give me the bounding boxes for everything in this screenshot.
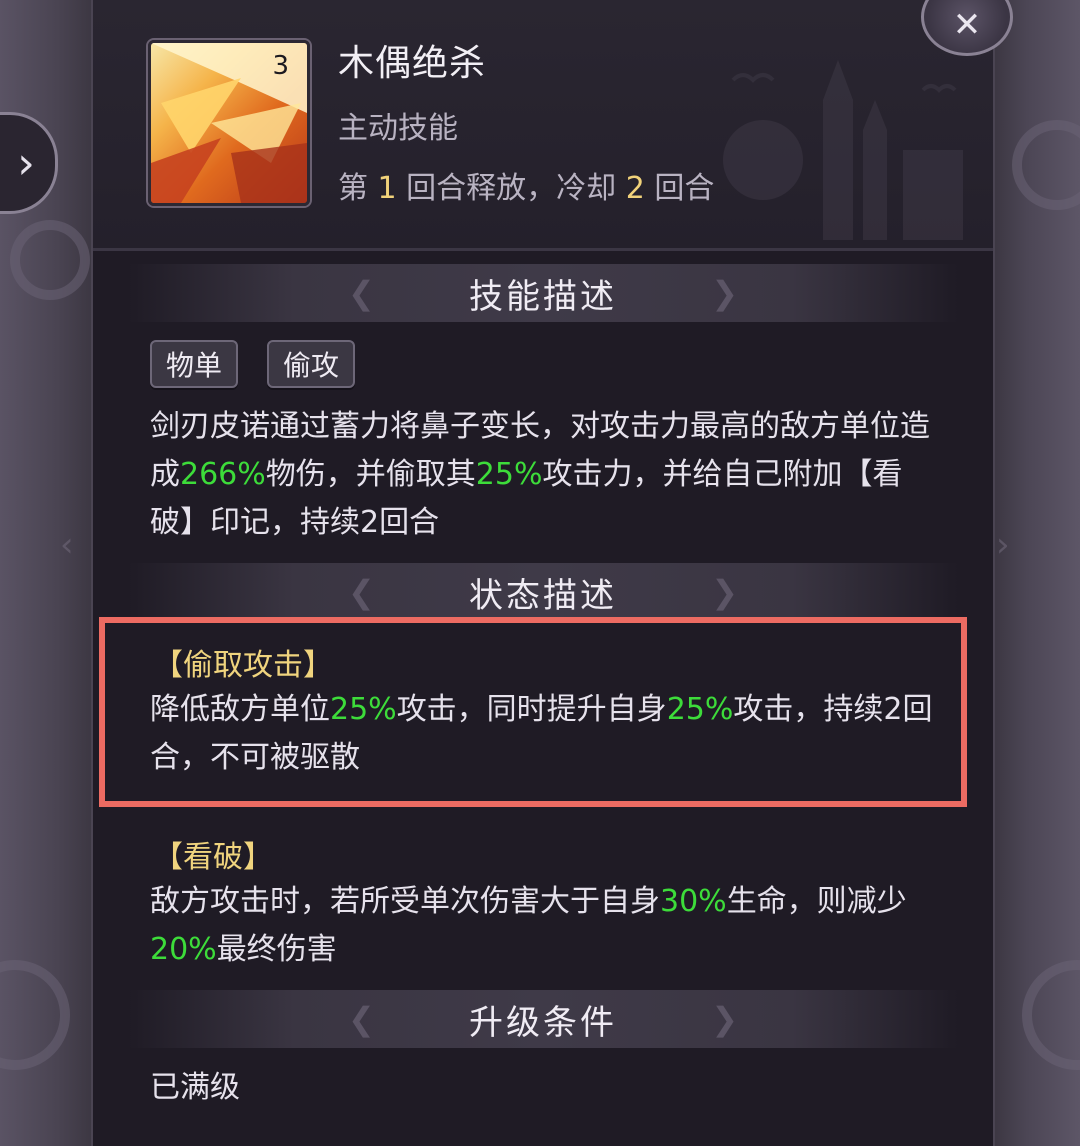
chevron-right-icon: › — [17, 137, 35, 189]
castle-silhouette-decoration — [723, 60, 963, 240]
section-header-upgrade: ❮ 升级条件 ❯ — [128, 990, 958, 1048]
desc-value: 30% — [660, 884, 727, 919]
ornament-right-icon: ❯ — [711, 573, 738, 611]
desc-value: 25% — [475, 457, 543, 492]
cooldown-prefix: 第 — [338, 171, 378, 206]
skill-header: 3 木偶绝杀 主动技能 第 1 回合释放，冷却 2 回合 — [93, 0, 993, 251]
release-round: 1 — [377, 171, 397, 206]
background-ornament — [10, 220, 90, 300]
cooldown-rounds: 2 — [625, 171, 645, 206]
background-arrow-icon: › — [996, 525, 1010, 565]
status-description-see-through: 敌方攻击时，若所受单次伤害大于自身30%生命，则减少 20%最终伤害 — [150, 878, 940, 974]
desc-value: 266% — [180, 457, 266, 492]
section-title: 技能描述 — [469, 276, 617, 317]
skill-detail-panel: 3 木偶绝杀 主动技能 第 1 回合释放，冷却 2 回合 ❮ 技能描述 ❯ 物单… — [91, 0, 995, 1146]
ornament-left-icon: ❮ — [348, 1000, 375, 1038]
skill-cooldown: 第 1 回合释放，冷却 2 回合 — [338, 163, 714, 207]
desc-part: 敌方攻击时，若所受单次伤害大于自身 — [150, 884, 660, 919]
tag-physical-single: 物单 — [150, 340, 239, 388]
section-title: 状态描述 — [469, 575, 617, 616]
ornament-right-icon: ❯ — [711, 274, 738, 312]
desc-part: 物伤，并偷取其 — [265, 457, 476, 492]
status-title-see-through: 【看破】 — [153, 840, 273, 875]
skill-type: 主动技能 — [338, 111, 458, 146]
background-ornament — [1012, 120, 1080, 210]
section-header-status-desc: ❮ 状态描述 ❯ — [128, 563, 958, 621]
skill-description-text: 剑刃皮诺通过蓄力将鼻子变长，对攻击力最高的敌方单位造成266%物伤，并偷取其25… — [150, 403, 940, 547]
desc-part: 生命，则减少 — [726, 884, 907, 919]
desc-part: 最终伤害 — [216, 932, 337, 967]
ornament-left-icon: ❮ — [348, 274, 375, 312]
ornament-right-icon: ❯ — [711, 1000, 738, 1038]
header-divider — [93, 248, 993, 251]
cooldown-suffix: 回合 — [644, 171, 715, 206]
background-ornament — [1022, 960, 1080, 1070]
background-ornament — [0, 960, 70, 1070]
skill-name: 木偶绝杀 — [338, 43, 487, 84]
section-header-skill-desc: ❮ 技能描述 ❯ — [128, 264, 958, 322]
desc-value: 20% — [150, 932, 217, 967]
background-right: › — [992, 0, 1080, 1146]
background-arrow-icon: ‹ — [60, 525, 74, 565]
tag-steal-attack: 偷攻 — [267, 340, 356, 388]
ornament-left-icon: ❮ — [348, 573, 375, 611]
annotation-highlight-box — [99, 617, 967, 807]
section-title: 升级条件 — [469, 1002, 617, 1043]
close-crossed-swords-icon: ✕ — [952, 5, 982, 45]
upgrade-status-text: 已满级 — [150, 1070, 240, 1105]
cooldown-mid: 回合释放，冷却 — [396, 171, 626, 206]
skill-icon: 3 — [148, 40, 310, 206]
skill-level-badge: 3 — [272, 51, 289, 81]
